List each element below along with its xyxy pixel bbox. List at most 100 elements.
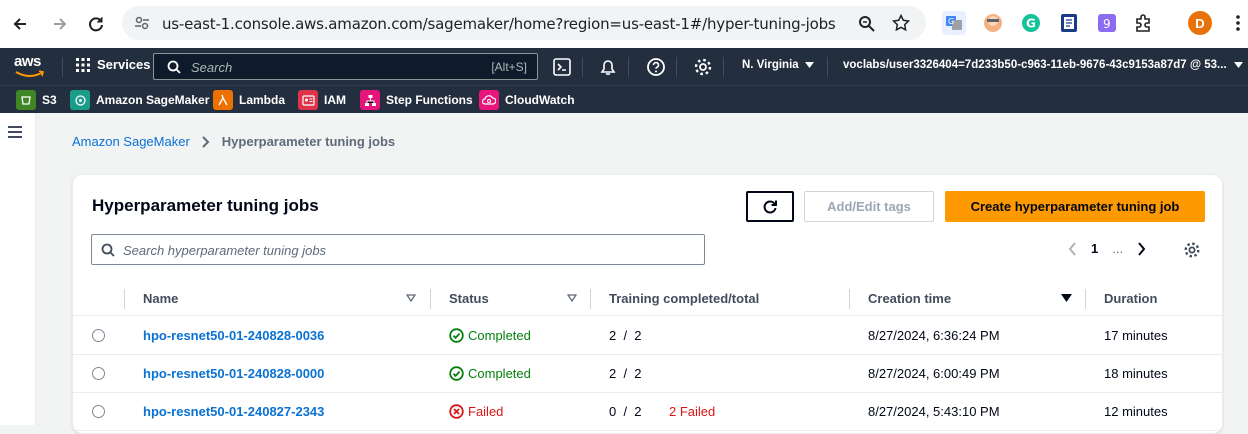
grammarly-icon[interactable]: G: [1019, 11, 1043, 35]
caret-down-icon: [1233, 62, 1243, 68]
success-check-icon: [449, 366, 464, 381]
nav-divider: [582, 57, 583, 77]
favorite-cloudwatch[interactable]: CloudWatch: [479, 90, 575, 110]
purple-extension-icon[interactable]: 9: [1095, 11, 1119, 35]
reload-icon[interactable]: [82, 10, 110, 38]
account-menu[interactable]: voclabs/user3326404=7d233b50-c963-11eb-9…: [843, 59, 1243, 71]
refresh-icon: [763, 200, 777, 213]
column-header-creation-time[interactable]: Creation time: [868, 291, 951, 306]
search-icon: [101, 243, 115, 257]
previous-page-icon[interactable]: [1068, 241, 1077, 256]
table-row[interactable]: hpo-resnet50-01-240827-2343 Failed 0 / 2…: [73, 393, 1222, 431]
job-name-link[interactable]: hpo-resnet50-01-240827-2343: [143, 404, 324, 419]
address-bar[interactable]: us-east-1.console.aws.amazon.com/sagemak…: [122, 6, 926, 40]
sort-descending-icon[interactable]: [1061, 294, 1072, 302]
nav-divider: [827, 57, 828, 77]
favorite-label: Step Functions: [386, 93, 473, 107]
page-title: Hyperparameter tuning jobs: [92, 196, 319, 215]
status-badge: Completed: [449, 328, 531, 343]
zoom-icon[interactable]: [858, 15, 875, 32]
column-header-duration[interactable]: Duration: [1104, 291, 1157, 306]
job-name-link[interactable]: hpo-resnet50-01-240828-0036: [143, 328, 324, 343]
aws-search-input[interactable]: Search [Alt+S]: [153, 53, 538, 80]
current-page-number[interactable]: 1: [1091, 241, 1098, 256]
duration: 17 minutes: [1104, 328, 1168, 343]
s3-icon: [16, 90, 36, 110]
next-page-icon[interactable]: [1137, 241, 1146, 256]
column-header-status[interactable]: Status: [449, 291, 489, 306]
duration: 18 minutes: [1104, 366, 1168, 381]
favorites-bar: S3 Amazon SageMaker Lambda IAM Step Func…: [0, 85, 1248, 113]
cloudwatch-icon: [479, 90, 499, 110]
job-name-link[interactable]: hpo-resnet50-01-240828-0000: [143, 366, 324, 381]
row-select-radio[interactable]: [92, 329, 105, 342]
column-header-training[interactable]: Training completed/total: [609, 291, 759, 306]
favorite-iam[interactable]: IAM: [298, 90, 346, 110]
browser-toolbar: us-east-1.console.aws.amazon.com/sagemak…: [0, 0, 1248, 48]
add-edit-tags-button[interactable]: Add/Edit tags: [804, 191, 934, 222]
creation-time: 8/27/2024, 6:00:49 PM: [868, 366, 1000, 381]
lambda-icon: [213, 90, 233, 110]
favorite-step-functions[interactable]: Step Functions: [360, 90, 473, 110]
breadcrumb: Amazon SageMaker Hyperparameter tuning j…: [72, 134, 395, 149]
avatar-extension-icon[interactable]: [981, 11, 1005, 35]
translate-extension-icon[interactable]: G: [942, 11, 966, 35]
create-tuning-job-button[interactable]: Create hyperparameter tuning job: [945, 191, 1205, 222]
creation-time: 8/27/2024, 6:36:24 PM: [868, 328, 1000, 343]
completed-count: 2: [609, 328, 617, 343]
status-label: Failed: [468, 404, 504, 419]
completed-count: 2: [609, 366, 617, 381]
region-selector[interactable]: N. Virginia: [742, 59, 814, 71]
extensions-puzzle-icon[interactable]: [1131, 11, 1155, 35]
site-info-icon[interactable]: [134, 15, 150, 31]
breadcrumb-sagemaker-link[interactable]: Amazon SageMaker: [72, 134, 190, 149]
nav-divider: [62, 57, 63, 77]
nav-divider: [628, 57, 629, 77]
cloudshell-icon[interactable]: [552, 57, 572, 77]
bookmark-star-icon[interactable]: [892, 14, 910, 32]
profile-avatar[interactable]: D: [1188, 11, 1212, 35]
column-header-name[interactable]: Name: [143, 291, 178, 306]
page-ellipsis: ...: [1112, 241, 1124, 256]
nav-divider: [676, 57, 677, 77]
hamburger-menu-icon[interactable]: [8, 126, 22, 141]
favorite-label: IAM: [324, 93, 346, 107]
pagination: 1 ...: [1068, 241, 1146, 256]
notifications-bell-icon[interactable]: [598, 57, 618, 77]
favorite-sagemaker[interactable]: Amazon SageMaker: [70, 90, 209, 110]
tuning-jobs-table-container: Hyperparameter tuning jobs Add/Edit tags…: [72, 174, 1223, 434]
total-count: 2: [634, 404, 642, 419]
account-label: voclabs/user3326404=7d233b50-c963-11eb-9…: [843, 59, 1227, 71]
column-divider: [430, 289, 431, 309]
table-row[interactable]: hpo-resnet50-01-240828-0000 Completed 2 …: [73, 355, 1222, 393]
back-icon[interactable]: [6, 10, 34, 38]
total-count: 2: [634, 328, 642, 343]
table-preferences-icon[interactable]: [1183, 241, 1201, 259]
aws-search-placeholder: Search: [191, 60, 233, 75]
forward-icon[interactable]: [46, 10, 74, 38]
training-completed-total: 2 / 2: [609, 328, 642, 343]
sort-caret-icon[interactable]: [406, 294, 416, 302]
services-menu-button[interactable]: Services: [76, 57, 151, 72]
svg-text:G: G: [948, 17, 954, 26]
column-divider: [590, 289, 591, 309]
table-row[interactable]: hpo-resnet50-01-240828-0036 Completed 2 …: [73, 317, 1222, 355]
favorite-lambda[interactable]: Lambda: [213, 90, 285, 110]
url-text: us-east-1.console.aws.amazon.com/sagemak…: [162, 15, 836, 33]
settings-gear-icon[interactable]: [693, 57, 713, 77]
favorite-s3[interactable]: S3: [16, 90, 57, 110]
browser-menu-icon[interactable]: [1226, 11, 1248, 35]
row-select-radio[interactable]: [92, 405, 105, 418]
column-divider: [124, 289, 125, 309]
reader-extension-icon[interactable]: [1057, 11, 1081, 35]
help-icon[interactable]: [646, 57, 666, 77]
status-badge: Completed: [449, 366, 531, 381]
row-select-radio[interactable]: [92, 367, 105, 380]
aws-logo[interactable]: aws: [14, 53, 48, 79]
sort-caret-icon[interactable]: [567, 294, 577, 302]
tuning-jobs-search-input[interactable]: Search hyperparameter tuning jobs: [91, 234, 705, 265]
refresh-button[interactable]: [746, 191, 794, 222]
duration: 12 minutes: [1104, 404, 1168, 419]
completed-count: 0: [609, 404, 617, 419]
favorite-label: Lambda: [239, 93, 286, 107]
